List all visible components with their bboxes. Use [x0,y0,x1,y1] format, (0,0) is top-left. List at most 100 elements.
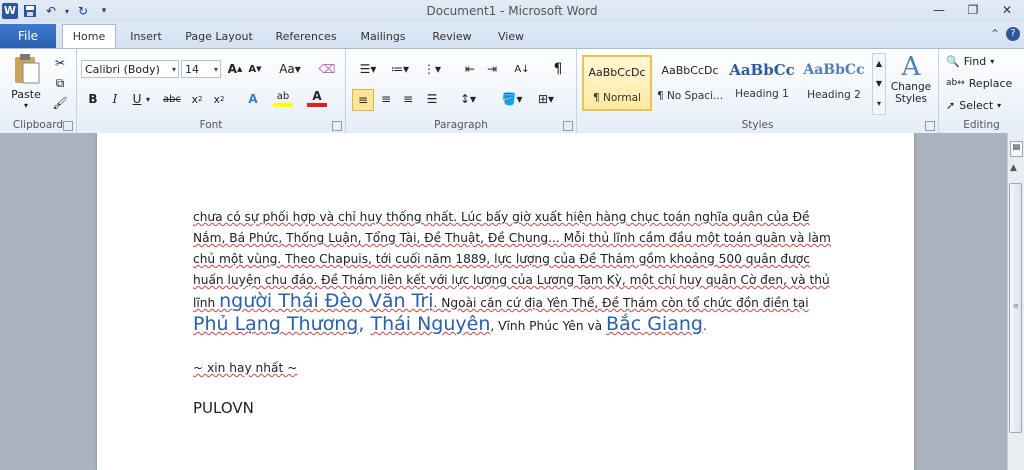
styles-group: AaBbCcDc ¶ Normal AaBbCcDc ¶ No Spaci...… [577,49,939,133]
change-styles-button[interactable]: A Change Styles [888,53,934,113]
paragraph-text-3: , [358,313,371,335]
font-color-icon[interactable]: A [307,89,327,107]
paste-button[interactable]: Paste ▾ [8,53,44,110]
style-heading-2-name: Heading 2 [807,89,861,101]
find-icon: 🔍 [946,54,960,68]
document-line-signature[interactable]: PULOVN [193,399,254,417]
replace-button[interactable]: ab↔ Replace [946,73,1012,93]
style-heading-1[interactable]: AaBbCc Heading 1 [727,55,797,111]
style-no-spacing[interactable]: AaBbCcDc ¶ No Spaci... [655,55,725,111]
font-name-value: Calibri (Body) [85,63,160,76]
increase-indent-icon[interactable]: ⇥ [482,59,502,79]
clipboard-group: Paste ▾ ✂ ⧉ 🖌 Clipboard [0,49,77,133]
vertical-scrollbar[interactable]: ▤ ▲ ≡ [1007,133,1024,470]
paragraph-text-5: . [702,319,707,333]
find-label: Find [963,54,987,68]
style-heading-1-sample: AaBbCc [729,61,795,79]
font-name-combo[interactable]: Calibri (Body) ▾ [81,60,179,78]
scroll-thumb[interactable]: ≡ [1009,183,1022,433]
document-page[interactable]: chưa có sự phối hợp và chỉ huy thống nhấ… [97,133,914,470]
superscript-icon[interactable]: x2 [209,89,229,109]
paragraph-text-4: , Vĩnh Phúc Yên và [490,319,607,333]
strikethrough-icon[interactable]: abc [159,89,185,109]
tab-references[interactable]: References [270,26,342,48]
bold-icon[interactable]: B [83,89,103,109]
clear-formatting-icon[interactable]: ⌫ [317,59,337,79]
borders-icon[interactable]: ⊞▾ [532,89,560,109]
style-no-spacing-sample: AaBbCcDc [661,64,719,77]
grow-font-icon[interactable]: A ▲ [225,59,245,79]
numbering-icon[interactable]: ≔▾ [386,59,414,79]
copy-icon[interactable]: ⧉ [50,73,70,93]
font-size-combo[interactable]: 14 ▾ [181,60,221,78]
help-icon[interactable]: ? [1006,27,1020,41]
change-styles-icon: A [901,52,921,82]
change-styles-label-1: Change [890,81,932,93]
select-button[interactable]: ➚ Select ▾ [946,95,1001,115]
shrink-font-icon[interactable]: A ▼ [245,59,265,79]
clipboard-launcher-icon[interactable] [63,121,73,131]
format-painter-icon[interactable]: 🖌 [50,93,70,113]
paragraph-large-text-4: Bắc Giang [606,313,703,335]
style-normal-sample: AaBbCcDc [588,66,646,79]
paragraph-launcher-icon[interactable] [563,121,573,131]
replace-icon: ab↔ [946,78,965,88]
restore-icon[interactable]: ❐ [956,0,990,20]
ruler-toggle-icon[interactable]: ▤ [1010,141,1023,157]
tab-home[interactable]: Home [62,24,116,49]
replace-label: Replace [968,76,1013,90]
paste-icon [15,54,40,84]
paragraph-large-text-1: người Thái Đèo Văn Trị [219,290,434,312]
document-paragraph[interactable]: chưa có sự phối hợp và chỉ huy thống nhấ… [193,207,833,337]
paragraph-group-label: Paragraph [434,119,488,131]
paragraph-text-2: . Ngoài căn cứ địa Yên Thế, Đề Thám còn … [433,296,809,310]
align-right-icon[interactable]: ≡ [398,89,418,109]
decrease-indent-icon[interactable]: ⇤ [460,59,480,79]
window-title: Document1 - Microsoft Word [426,4,598,18]
paragraph-group: ☰▾ ≔▾ ⋮▾ ⇤ ⇥ A↓ ¶ ≡ ≡ ≡ ☰ ↕▾ 🪣▾ ⊞▾ Parag… [346,49,577,133]
line-spacing-icon[interactable]: ↕▾ [454,89,482,109]
scroll-up-icon[interactable]: ▲ [1010,163,1017,173]
italic-icon[interactable]: I [105,89,125,109]
find-dropdown-icon: ▾ [990,56,995,66]
tab-view[interactable]: View [490,26,532,48]
style-normal[interactable]: AaBbCcDc ¶ Normal [582,55,652,111]
underline-dropdown-icon[interactable]: ▾ [143,89,153,109]
text-effects-icon[interactable]: A [243,89,263,109]
paste-label: Paste [11,88,41,101]
find-button[interactable]: 🔍 Find ▾ [946,51,994,71]
title-bar: W ↶ ▾ ↻ ▾ Document1 - Microsoft Word — ❐… [0,0,1024,22]
tab-page-layout[interactable]: Page Layout [180,26,258,48]
paragraph-large-text-2: Phủ Lạng Thương [193,313,359,335]
minimize-icon[interactable]: — [922,0,956,20]
style-heading-2[interactable]: AaBbCc Heading 2 [799,55,869,111]
multilevel-list-icon[interactable]: ⋮▾ [418,59,446,79]
styles-scroll[interactable]: ▲ ▼ ▾ [872,53,886,115]
collapse-ribbon-icon[interactable]: ⌃ [990,27,1000,41]
font-launcher-icon[interactable] [332,121,342,131]
tab-insert[interactable]: Insert [122,26,170,48]
tab-review[interactable]: Review [426,26,478,48]
document-workarea: chưa có sự phối hợp và chỉ huy thống nhấ… [0,133,1008,470]
close-icon[interactable]: ✕ [990,0,1024,20]
tagline-text: ~ xin hay nhất ~ [193,361,298,375]
align-left-icon[interactable]: ≡ [352,89,374,111]
sort-icon[interactable]: A↓ [512,59,532,79]
paragraph-large-text-3: Thái Nguyên [370,313,491,335]
styles-launcher-icon[interactable] [925,121,935,131]
justify-icon[interactable]: ☰ [422,89,442,109]
cut-icon[interactable]: ✂ [50,53,70,73]
styles-group-label: Styles [741,119,774,131]
highlight-icon[interactable]: ab [273,89,293,107]
change-case-icon[interactable]: Aa▾ [277,59,303,79]
shading-icon[interactable]: 🪣▾ [498,89,526,109]
show-formatting-icon[interactable]: ¶ [548,59,568,79]
tab-mailings[interactable]: Mailings [354,26,412,48]
bullets-icon[interactable]: ☰▾ [354,59,382,79]
align-center-icon[interactable]: ≡ [376,89,396,109]
tab-file[interactable]: File [0,24,56,48]
subscript-icon[interactable]: x2 [187,89,207,109]
select-cursor-icon: ➚ [946,98,956,112]
ribbon-home: Paste ▾ ✂ ⧉ 🖌 Clipboard Calibri (Body) ▾ … [0,48,1024,134]
document-line-tagline[interactable]: ~ xin hay nhất ~ [193,361,297,375]
